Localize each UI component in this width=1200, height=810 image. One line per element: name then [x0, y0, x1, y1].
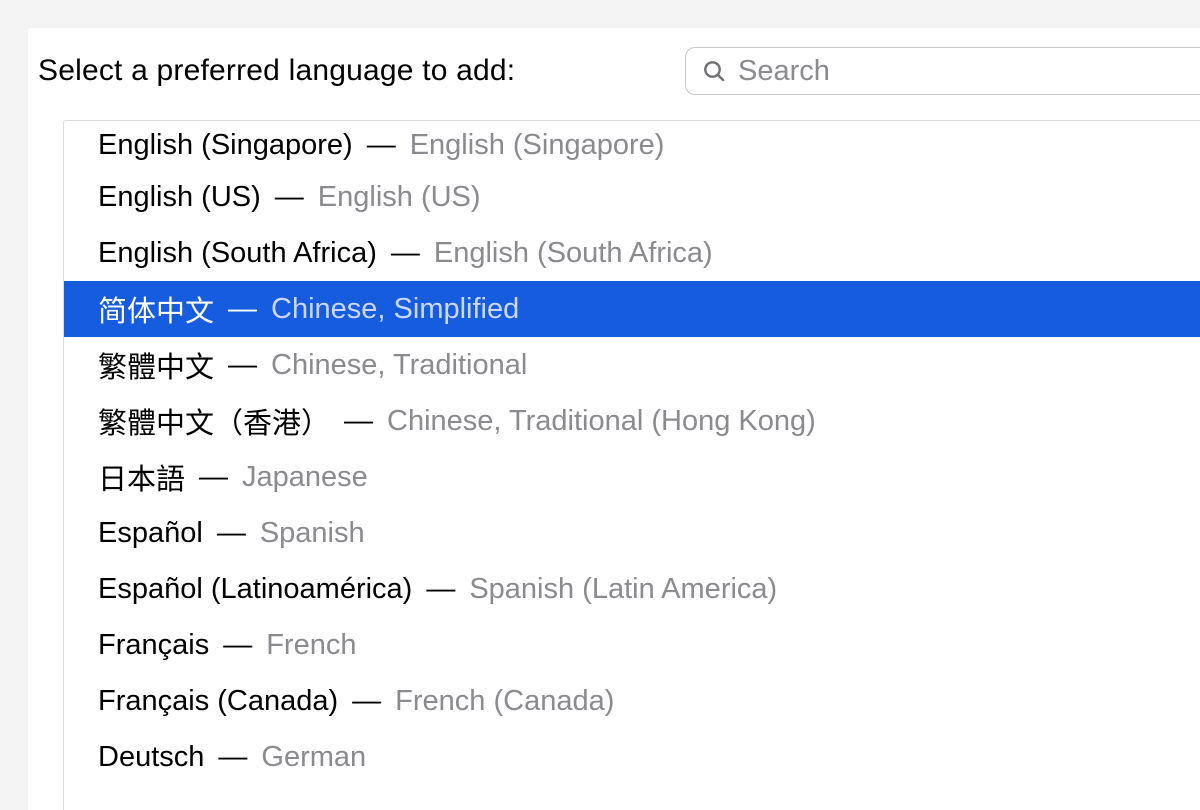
language-native-name: English (US): [98, 181, 261, 214]
language-english-name: French: [266, 629, 356, 662]
search-wrap: [685, 47, 1200, 95]
language-row[interactable]: English (South Africa) — English (South Af…: [64, 225, 1200, 281]
separator-dash: —: [217, 517, 246, 550]
language-list[interactable]: English (Singapore)—English (Singapore)E…: [63, 120, 1200, 810]
language-english-name: Japanese: [242, 461, 368, 494]
language-row[interactable]: English (Singapore) — English (Singapore): [64, 121, 1200, 169]
language-row[interactable]: 繁體中文 — Chinese, Traditional: [64, 337, 1200, 393]
search-input[interactable]: [738, 48, 1200, 94]
language-english-name: Chinese, Simplified: [271, 293, 519, 326]
language-native-name: 繁體中文: [98, 344, 214, 386]
separator-dash: —: [344, 405, 373, 438]
separator-dash: —: [223, 629, 252, 662]
language-native-name: 简体中文: [98, 288, 214, 330]
separator-dash: —: [391, 237, 420, 270]
language-row[interactable]: Français (Canada) — French (Canada): [64, 673, 1200, 729]
language-english-name: English (South Africa): [434, 237, 713, 270]
language-row[interactable]: 简体中文 — Chinese, Simplified: [64, 281, 1200, 337]
language-english-name: Chinese, Traditional (Hong Kong): [387, 405, 816, 438]
language-english-name: Spanish: [260, 517, 365, 550]
language-row[interactable]: 繁體中文（香港） — Chinese, Traditional (Hong Kong…: [64, 393, 1200, 449]
separator-dash: —: [275, 181, 304, 214]
language-english-name: French (Canada): [395, 685, 614, 718]
language-english-name: Chinese, Traditional: [271, 349, 527, 382]
language-english-name: German: [261, 741, 366, 774]
separator-dash: —: [426, 573, 455, 606]
header-row: Select a preferred language to add:: [28, 28, 1200, 114]
language-native-name: Español (Latinoamérica): [98, 573, 412, 606]
language-english-name: Spanish (Latin America): [469, 573, 777, 606]
search-icon: [702, 59, 726, 83]
separator-dash: —: [352, 685, 381, 718]
language-native-name: English (Singapore): [98, 129, 353, 162]
language-row[interactable]: Español — Spanish: [64, 505, 1200, 561]
language-row[interactable]: Deutsch — German: [64, 729, 1200, 785]
language-english-name: English (Singapore): [410, 129, 665, 162]
separator-dash: —: [228, 349, 257, 382]
language-row[interactable]: Français — French: [64, 617, 1200, 673]
language-native-name: Français (Canada): [98, 685, 338, 718]
language-row[interactable]: 日本語 — Japanese: [64, 449, 1200, 505]
language-native-name: Deutsch: [98, 741, 204, 774]
language-native-name: Español: [98, 517, 203, 550]
language-native-name: Français: [98, 629, 209, 662]
separator-dash: —: [199, 461, 228, 494]
language-row[interactable]: Español (Latinoamérica) — Spanish (Latin A…: [64, 561, 1200, 617]
language-row[interactable]: English (US) — English (US): [64, 169, 1200, 225]
separator-dash: —: [218, 741, 247, 774]
language-english-name: English (US): [318, 181, 481, 214]
separator-dash: —: [228, 293, 257, 326]
separator-dash: —: [367, 129, 396, 162]
language-native-name: 繁體中文（香港）: [98, 400, 330, 442]
search-field[interactable]: [685, 47, 1200, 95]
prompt-label: Select a preferred language to add:: [38, 54, 515, 88]
language-select-panel: Select a preferred language to add: Engl…: [28, 28, 1200, 810]
language-native-name: English (South Africa): [98, 237, 377, 270]
language-native-name: 日本語: [98, 456, 185, 498]
